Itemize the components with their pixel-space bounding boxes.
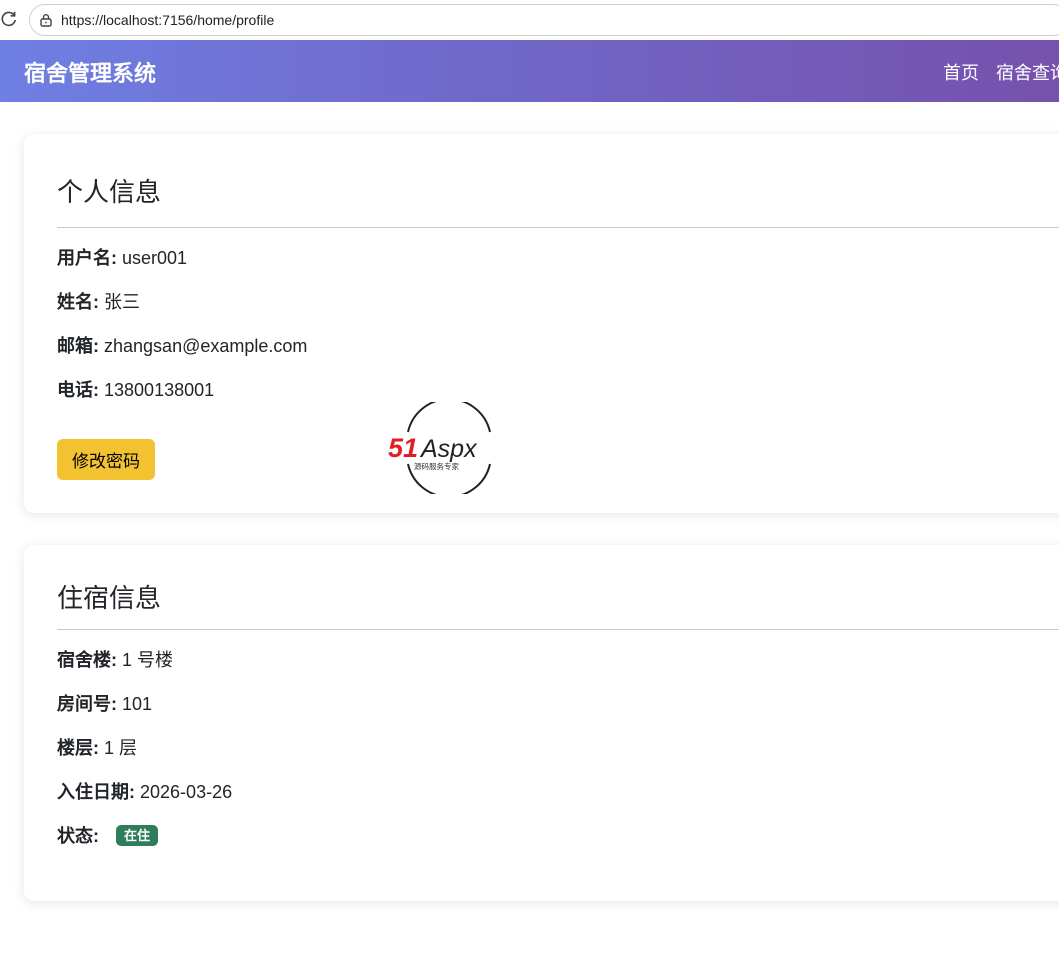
field-label: 用户名: (57, 248, 117, 268)
field-label: 姓名: (57, 292, 99, 312)
info-row-name: 姓名: 张三 (57, 290, 140, 314)
change-password-button[interactable]: 修改密码 (57, 439, 155, 480)
app-brand[interactable]: 宿舍管理系统 (24, 56, 156, 88)
email-value: zhangsan@example.com (104, 336, 308, 356)
divider (57, 227, 1059, 228)
username-value: user001 (122, 248, 188, 268)
watermark-logo: 51 Aspx 源码服务专家 (388, 402, 491, 494)
info-row-checkin-date: 入住日期: 2026-03-26 (57, 780, 232, 804)
checkin-date-value: 2026-03-26 (140, 782, 233, 802)
dorm-card: 住宿信息 宿舍楼: 1 号楼 房间号: 101 楼层: 1 层 入住日期: 20… (24, 545, 1059, 901)
reload-icon[interactable] (0, 10, 18, 28)
url-text: https://localhost:7156/home/profile (61, 12, 275, 28)
info-row-phone: 电话: 13800138001 (57, 378, 214, 402)
info-row-status: 状态: 在住 (57, 824, 159, 848)
watermark-brand: Aspx (419, 435, 478, 463)
dorm-card-title: 住宿信息 (57, 583, 162, 613)
info-row-username: 用户名: user001 (57, 246, 187, 270)
info-row-room: 房间号: 101 (57, 692, 152, 716)
browser-address-bar: https://localhost:7156/home/profile (0, 0, 1059, 40)
watermark-number: 51 (388, 433, 418, 463)
info-row-building: 宿舍楼: 1 号楼 (57, 648, 173, 672)
field-label: 入住日期: (57, 782, 135, 802)
info-row-email: 邮箱: zhangsan@example.com (57, 334, 307, 358)
divider (57, 629, 1059, 630)
lock-icon[interactable] (39, 13, 53, 27)
field-label: 邮箱: (57, 336, 99, 356)
url-field[interactable]: https://localhost:7156/home/profile (29, 4, 1059, 36)
watermark-ring (407, 402, 491, 433)
nav-item-dorm-query[interactable]: 宿舍查询 (996, 59, 1059, 85)
status-badge: 在住 (116, 825, 159, 846)
field-label: 宿舍楼: (57, 650, 117, 670)
top-navbar: 宿舍管理系统 首页 宿舍查询 (0, 40, 1059, 102)
profile-card-title: 个人信息 (57, 177, 162, 207)
building-value: 1 号楼 (122, 650, 174, 670)
profile-card: 个人信息 用户名: user001 姓名: 张三 邮箱: zhangsan@ex… (24, 134, 1059, 513)
field-label: 状态: (57, 826, 99, 846)
info-row-floor: 楼层: 1 层 (57, 736, 137, 760)
room-value: 101 (122, 694, 153, 714)
field-label: 电话: (57, 380, 99, 400)
floor-value: 1 层 (104, 738, 138, 758)
name-value: 张三 (104, 292, 141, 312)
watermark-tagline: 源码服务专家 (414, 461, 459, 471)
field-label: 房间号: (57, 694, 117, 714)
nav-item-home[interactable]: 首页 (943, 59, 979, 85)
field-label: 楼层: (57, 738, 99, 758)
phone-value: 13800138001 (104, 380, 215, 400)
